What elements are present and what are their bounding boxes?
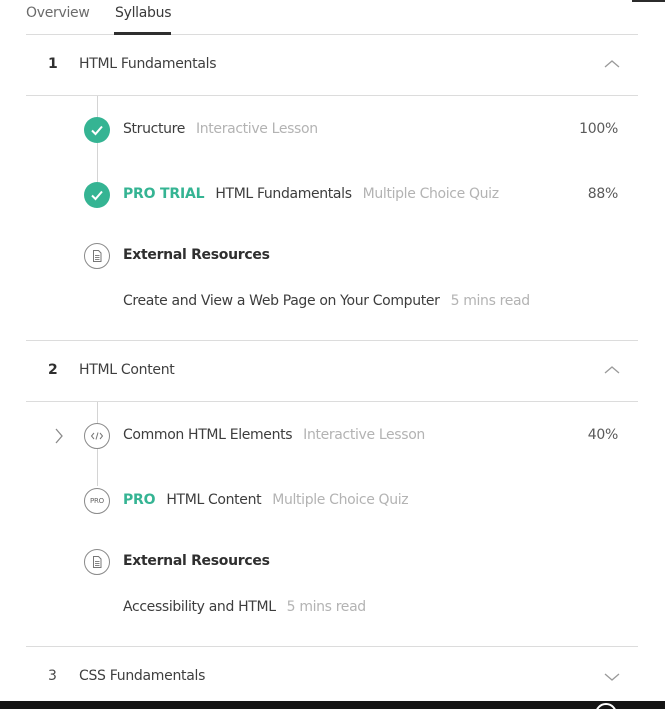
- quiz-title: HTML Fundamentals: [215, 186, 352, 202]
- section-number: 1: [48, 56, 58, 72]
- external-resources-row: External Resources: [26, 238, 638, 274]
- chevron-up-icon[interactable]: [604, 363, 620, 377]
- tab-overview[interactable]: Overview: [26, 5, 90, 21]
- pro-icon-label: PRO: [90, 497, 104, 505]
- check-icon: [84, 117, 110, 143]
- section-header-1[interactable]: 1 HTML Fundamentals: [26, 35, 638, 96]
- resources-heading: External Resources: [123, 553, 270, 569]
- chevron-right-icon[interactable]: [53, 427, 65, 445]
- resource-duration: 5 mins read: [286, 599, 367, 615]
- external-resources-row: External Resources: [26, 544, 638, 580]
- chevron-up-icon[interactable]: [604, 57, 620, 71]
- pro-trial-badge: PRO TRIAL: [123, 186, 205, 202]
- resources-heading: External Resources: [123, 247, 270, 263]
- top-edge-mark: [632, 0, 665, 2]
- quiz-type: Multiple Choice Quiz: [272, 492, 409, 508]
- resource-title: Create and View a Web Page on Your Compu…: [123, 293, 440, 309]
- progress-percent: 40%: [587, 427, 619, 443]
- bottom-bar: [0, 701, 665, 709]
- section-title: HTML Content: [79, 362, 175, 378]
- lesson-type: Interactive Lesson: [195, 121, 318, 137]
- quiz-row[interactable]: PRO PRO HTML Content Multiple Choice Quiz: [26, 483, 638, 519]
- document-icon: [84, 243, 110, 269]
- tab-syllabus[interactable]: Syllabus: [115, 5, 171, 21]
- syllabus-page: Overview Syllabus 1 HTML Fundamentals St…: [0, 0, 665, 709]
- progress-percent: 100%: [579, 121, 618, 137]
- document-icon: [84, 549, 110, 575]
- resource-duration: 5 mins read: [450, 293, 531, 309]
- section-title: CSS Fundamentals: [79, 668, 206, 684]
- quiz-type: Multiple Choice Quiz: [362, 186, 499, 202]
- section-number: 3: [48, 668, 57, 684]
- resource-link[interactable]: Accessibility and HTML 5 mins read: [123, 599, 366, 615]
- section-title: HTML Fundamentals: [79, 56, 217, 72]
- lesson-row[interactable]: Common HTML Elements Interactive Lesson 4…: [26, 418, 638, 454]
- lesson-type: Interactive Lesson: [303, 427, 425, 443]
- progress-percent: 88%: [587, 186, 619, 202]
- pro-icon: PRO: [84, 488, 110, 514]
- lesson-title: Common HTML Elements: [123, 427, 293, 443]
- chevron-down-icon[interactable]: [604, 669, 620, 683]
- section-header-3[interactable]: 3 CSS Fundamentals: [26, 647, 638, 708]
- lesson-title: Structure: [123, 121, 185, 137]
- code-icon: [84, 423, 110, 449]
- check-icon: [84, 182, 110, 208]
- section-header-2[interactable]: 2 HTML Content: [26, 341, 638, 402]
- quiz-title: HTML Content: [166, 492, 262, 508]
- section-number: 2: [48, 362, 58, 378]
- pro-badge: PRO: [123, 492, 156, 508]
- resource-link[interactable]: Create and View a Web Page on Your Compu…: [123, 293, 530, 309]
- quiz-row[interactable]: PRO TRIAL HTML Fundamentals Multiple Choic…: [26, 177, 638, 213]
- resource-title: Accessibility and HTML: [123, 599, 276, 615]
- tab-bar: Overview Syllabus: [26, 0, 638, 35]
- lesson-row[interactable]: Structure Interactive Lesson 100%: [26, 112, 638, 148]
